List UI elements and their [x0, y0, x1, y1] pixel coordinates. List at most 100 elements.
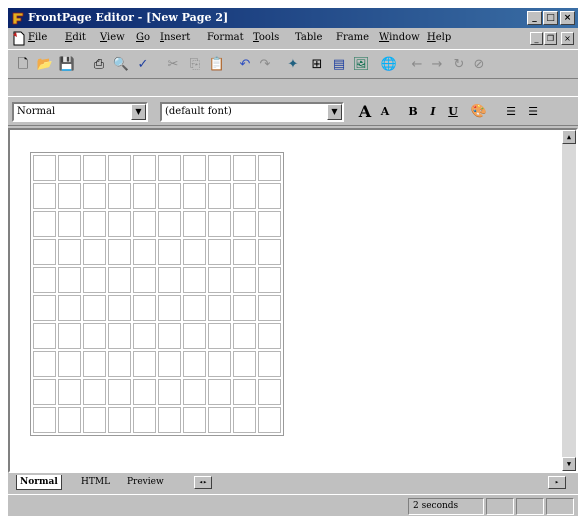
save-icon[interactable]: 💾	[58, 56, 76, 74]
table-cell[interactable]	[108, 351, 131, 377]
menu-tools[interactable]: Tools	[253, 32, 279, 43]
copy-icon[interactable]: ⎘	[186, 56, 204, 74]
table-cell[interactable]	[208, 239, 231, 265]
table-cell[interactable]	[208, 351, 231, 377]
table-cell[interactable]	[158, 183, 181, 209]
table-cell[interactable]	[33, 183, 56, 209]
doc-minimize-button[interactable]: _	[530, 32, 543, 45]
table-cell[interactable]	[158, 351, 181, 377]
table-cell[interactable]	[133, 239, 156, 265]
doc-restore-button[interactable]: ❐	[544, 32, 557, 45]
table-cell[interactable]	[158, 155, 181, 181]
table-cell[interactable]	[133, 323, 156, 349]
table-cell[interactable]	[83, 267, 106, 293]
table-cell[interactable]	[33, 351, 56, 377]
table-cell[interactable]	[208, 295, 231, 321]
underline-button[interactable]: U	[444, 103, 462, 121]
table-cell[interactable]	[233, 295, 256, 321]
print-preview-icon[interactable]: 🔍	[112, 56, 130, 74]
table-cell[interactable]	[258, 407, 281, 433]
chevron-down-icon[interactable]: ▼	[327, 104, 342, 120]
table-cell[interactable]	[108, 267, 131, 293]
table-cell[interactable]	[33, 211, 56, 237]
grid-table[interactable]	[30, 152, 284, 436]
table-cell[interactable]	[233, 267, 256, 293]
table-cell[interactable]	[108, 183, 131, 209]
table-cell[interactable]	[133, 155, 156, 181]
table-cell[interactable]	[258, 211, 281, 237]
table-cell[interactable]	[258, 351, 281, 377]
font-select[interactable]: (default font) ▼	[160, 102, 344, 122]
table-cell[interactable]	[133, 183, 156, 209]
table-cell[interactable]	[108, 239, 131, 265]
table-cell[interactable]	[33, 155, 56, 181]
table-cell[interactable]	[83, 239, 106, 265]
minimize-button[interactable]: _	[527, 11, 542, 25]
hyperlink-icon[interactable]: 🌐	[380, 56, 398, 74]
table-cell[interactable]	[108, 379, 131, 405]
table-cell[interactable]	[233, 407, 256, 433]
italic-button[interactable]: I	[424, 103, 442, 121]
refresh-icon[interactable]: ↻	[450, 56, 468, 74]
table-cell[interactable]	[183, 155, 206, 181]
table-cell[interactable]	[208, 407, 231, 433]
menu-format[interactable]: Format	[207, 32, 244, 43]
decrease-font-size-icon[interactable]: A	[376, 103, 394, 121]
table-cell[interactable]	[83, 407, 106, 433]
table-cell[interactable]	[58, 379, 81, 405]
text-color-icon[interactable]: 🎨	[470, 103, 488, 121]
hscroll-right-icon[interactable]: ▸	[548, 476, 566, 489]
form-field-icon[interactable]: ▤	[330, 56, 348, 74]
close-button[interactable]: ×	[560, 11, 575, 25]
insert-image-icon[interactable]: 🖼	[352, 56, 370, 74]
redo-icon[interactable]: ↷	[256, 56, 274, 74]
align-center-icon[interactable]: ☰	[524, 103, 542, 121]
new-page-icon[interactable]: 🗋	[14, 56, 32, 74]
table-cell[interactable]	[183, 295, 206, 321]
table-cell[interactable]	[183, 323, 206, 349]
table-cell[interactable]	[58, 267, 81, 293]
table-cell[interactable]	[258, 183, 281, 209]
table-cell[interactable]	[58, 295, 81, 321]
spelling-icon[interactable]: ✓	[134, 56, 152, 74]
table-cell[interactable]	[133, 295, 156, 321]
table-cell[interactable]	[108, 407, 131, 433]
menu-edit[interactable]: Edit	[65, 32, 86, 43]
insert-table-icon[interactable]: ⊞	[308, 56, 326, 74]
table-cell[interactable]	[133, 379, 156, 405]
menu-table[interactable]: Table	[295, 32, 322, 43]
menu-insert[interactable]: Insert	[160, 32, 190, 43]
menu-frame[interactable]: Frame	[336, 32, 369, 43]
menu-view[interactable]: View	[100, 32, 125, 43]
maximize-button[interactable]: □	[543, 11, 558, 25]
table-cell[interactable]	[158, 239, 181, 265]
table-cell[interactable]	[83, 183, 106, 209]
table-cell[interactable]	[108, 155, 131, 181]
doc-close-button[interactable]: ×	[561, 32, 574, 45]
table-cell[interactable]	[183, 267, 206, 293]
editor-canvas[interactable]: ▲ ▼	[8, 128, 578, 473]
scroll-down-icon[interactable]: ▼	[562, 457, 576, 471]
table-cell[interactable]	[158, 323, 181, 349]
table-cell[interactable]	[233, 239, 256, 265]
table-cell[interactable]	[258, 323, 281, 349]
tab-normal[interactable]: Normal	[16, 475, 62, 490]
table-cell[interactable]	[33, 407, 56, 433]
table-cell[interactable]	[108, 295, 131, 321]
stop-icon[interactable]: ⊘	[470, 56, 488, 74]
table-cell[interactable]	[133, 407, 156, 433]
print-icon[interactable]: ⎙	[90, 56, 108, 74]
tab-html[interactable]: HTML	[78, 475, 113, 490]
table-cell[interactable]	[183, 407, 206, 433]
table-cell[interactable]	[183, 211, 206, 237]
table-cell[interactable]	[233, 379, 256, 405]
table-cell[interactable]	[108, 211, 131, 237]
table-cell[interactable]	[208, 379, 231, 405]
table-cell[interactable]	[58, 407, 81, 433]
cut-icon[interactable]: ✂	[164, 56, 182, 74]
bold-button[interactable]: B	[404, 103, 422, 121]
menu-go[interactable]: Go	[136, 32, 150, 43]
table-cell[interactable]	[183, 351, 206, 377]
tab-preview[interactable]: Preview	[124, 475, 167, 490]
table-cell[interactable]	[208, 211, 231, 237]
